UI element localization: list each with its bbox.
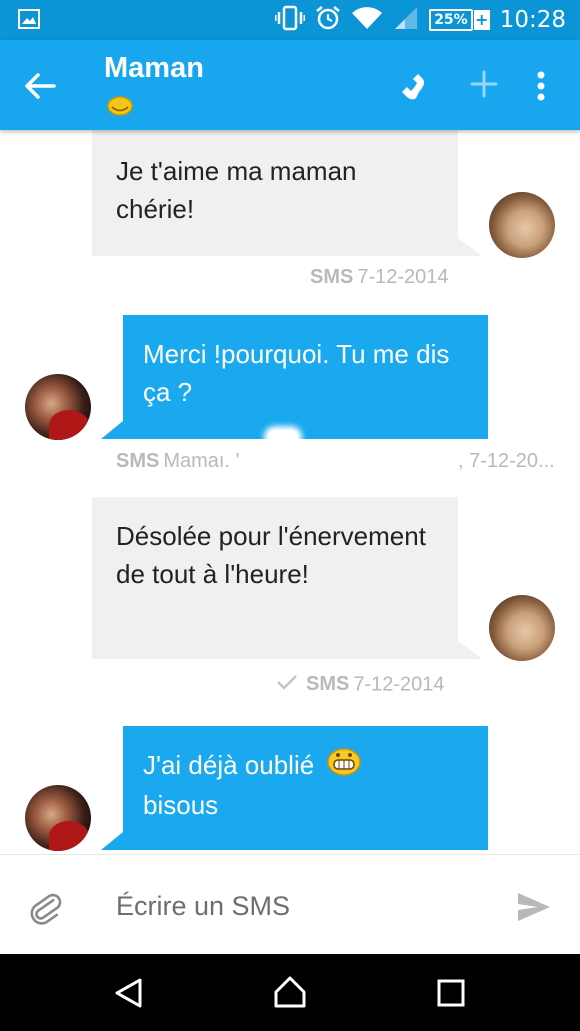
alarm-icon [315, 5, 341, 35]
nav-home-icon[interactable] [272, 974, 308, 1010]
message-text: J'ai déjà oublié [143, 750, 315, 780]
phone-icon[interactable] [386, 66, 426, 106]
redaction-smudge [268, 450, 398, 472]
contact-name[interactable]: Maman [104, 52, 204, 85]
battery-indicator: 25% + [429, 9, 490, 31]
self-avatar[interactable] [25, 785, 91, 851]
status-bar: 25% + 10:28 [0, 0, 580, 40]
message-text: Désolée pour l'énervement de tout à l'he… [116, 521, 426, 589]
message-date: 7-12-2014 [357, 266, 449, 288]
message-date: 7-12-2014 [353, 673, 445, 696]
wifi-icon [351, 5, 383, 35]
message-text: bisous [143, 790, 219, 821]
sms-tag: SMS [116, 450, 160, 472]
message-meta: SMS 7-12-2014 [276, 673, 445, 697]
gallery-notification-icon [18, 9, 40, 33]
navigation-bar [0, 954, 580, 1031]
bubble-tail [458, 238, 482, 256]
grinning-emoji-icon [327, 748, 362, 786]
emoji-icon [106, 94, 134, 122]
clock: 10:28 [499, 7, 566, 33]
back-arrow-icon[interactable] [20, 66, 60, 106]
bubble-tail [101, 832, 123, 850]
sms-input[interactable] [100, 881, 490, 931]
app-bar: Maman [0, 40, 580, 130]
message-thread[interactable]: Je t'aime ma maman chérie! SMS 7-12-2014 … [0, 130, 580, 854]
sms-tag: SMS [310, 266, 354, 288]
contact-avatar[interactable] [489, 192, 555, 258]
more-vert-icon[interactable] [528, 66, 554, 106]
vibrate-icon [274, 5, 306, 35]
message-date: , 7-12-20... [458, 450, 555, 472]
message-text: Merci !pourquoi. Tu me dis ça ? [143, 339, 450, 407]
incoming-message-bubble[interactable]: Désolée pour l'énervement de tout à l'he… [92, 497, 458, 659]
outgoing-message-bubble[interactable]: J'ai déjà oublié bisous [123, 726, 488, 850]
compose-bar [0, 854, 580, 954]
self-avatar[interactable] [25, 374, 91, 440]
message-meta: SMS Mamaı. ' [116, 450, 239, 473]
bubble-tail [101, 421, 123, 439]
contact-avatar[interactable] [489, 595, 555, 661]
charging-icon: + [473, 10, 490, 30]
sms-tag: SMS [306, 673, 350, 696]
redaction-smudge [268, 430, 298, 444]
outgoing-message-bubble[interactable]: Merci !pourquoi. Tu me dis ça ? [123, 315, 488, 439]
signal-icon [393, 5, 419, 35]
bubble-tail [458, 641, 482, 659]
send-icon[interactable] [514, 889, 554, 925]
nav-back-icon[interactable] [112, 976, 146, 1010]
incoming-message-bubble[interactable]: Je t'aime ma maman chérie! [92, 130, 458, 256]
message-meta: SMS 7-12-2014 [310, 266, 449, 289]
add-participant-icon[interactable] [466, 66, 502, 102]
battery-level: 25% [429, 9, 473, 31]
message-text: Je t'aime ma maman chérie! [116, 156, 357, 224]
message-sender: Mamaı. ' [163, 450, 240, 472]
sent-check-icon [276, 673, 298, 697]
attach-icon[interactable] [28, 889, 64, 925]
nav-recents-icon[interactable] [436, 978, 466, 1008]
